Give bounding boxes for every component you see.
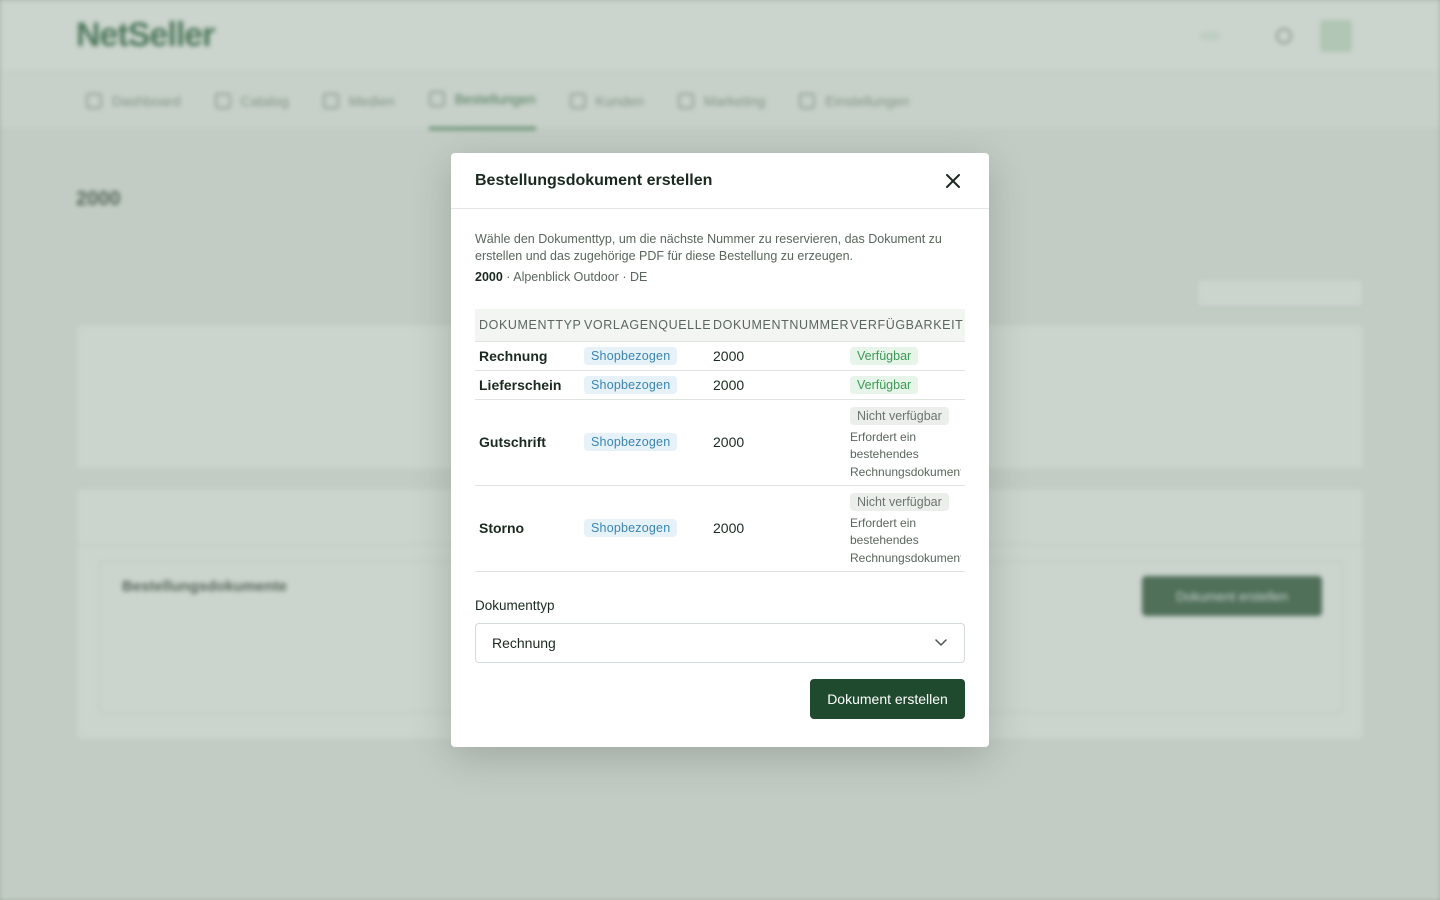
- document-number: 2000: [709, 485, 846, 572]
- table-row: Rechnung Shopbezogen 2000 Verfügbar: [475, 341, 965, 371]
- document-types-table: DOKUMENTTYP VORLAGENQUELLE DOKUMENTNUMME…: [475, 309, 965, 572]
- document-type-select[interactable]: Rechnung: [475, 622, 965, 663]
- document-number: 2000: [709, 399, 846, 486]
- close-button[interactable]: [941, 169, 965, 193]
- table-row: Storno Shopbezogen 2000 Nicht verfügbar …: [475, 485, 965, 572]
- column-header-type: DOKUMENTTYP: [475, 309, 581, 342]
- availability-cell: Verfügbar: [846, 370, 965, 400]
- availability-note-line: Rechnungsdokument: [850, 550, 961, 565]
- chevron-down-icon: [934, 636, 948, 650]
- availability-badge: Verfügbar: [850, 375, 919, 394]
- document-type: Gutschrift: [475, 399, 580, 486]
- source-badge: Shopbezogen: [584, 375, 678, 394]
- order-meta-details: · Alpenblick Outdoor · DE: [502, 270, 648, 284]
- availability-note-line: Erfordert ein: [850, 515, 917, 530]
- table-header-row: DOKUMENTTYP VORLAGENQUELLE DOKUMENTNUMME…: [475, 309, 965, 342]
- availability-note-line: Rechnungsdokument: [850, 464, 961, 479]
- availability-note: Erfordert ein bestehendes Rechnungsdokum…: [850, 429, 961, 482]
- document-number: 2000: [709, 370, 846, 400]
- source-badge: Shopbezogen: [584, 433, 678, 451]
- availability-note: Erfordert ein bestehendes Rechnungsdokum…: [850, 515, 961, 568]
- source-cell: Shopbezogen: [580, 399, 709, 486]
- close-icon: [946, 173, 960, 188]
- source-cell: Shopbezogen: [580, 485, 709, 572]
- availability-cell: Nicht verfügbar Erfordert ein bestehende…: [846, 485, 965, 572]
- availability-badge: Nicht verfügbar: [850, 406, 949, 425]
- availability-cell: Nicht verfügbar Erfordert ein bestehende…: [846, 399, 965, 486]
- table-row: Lieferschein Shopbezogen 2000 Verfügbar: [475, 370, 965, 400]
- document-type: Lieferschein: [475, 370, 580, 400]
- create-document-button[interactable]: Dokument erstellen: [810, 678, 965, 719]
- availability-badge: Verfügbar: [850, 346, 919, 365]
- column-header-number: DOKUMENTNUMMER: [709, 309, 849, 342]
- dialog-description: Wähle den Dokumenttyp, um die nächste Nu…: [475, 232, 942, 263]
- document-type-select-value: Rechnung: [492, 634, 556, 651]
- document-type: Storno: [475, 485, 580, 572]
- dialog-header: Bestellungsdokument erstellen: [451, 153, 989, 209]
- dialog-body: Wähle den Dokumenttyp, um die nächste Nu…: [451, 209, 989, 719]
- availability-note-line: bestehendes: [850, 447, 919, 462]
- dialog-title: Bestellungsdokument erstellen: [475, 171, 713, 189]
- document-type: Rechnung: [475, 341, 580, 371]
- source-badge: Shopbezogen: [584, 519, 678, 537]
- source-cell: Shopbezogen: [580, 370, 709, 400]
- availability-cell: Verfügbar: [846, 341, 965, 371]
- availability-badge: Nicht verfügbar: [850, 492, 949, 511]
- document-number: 2000: [709, 341, 846, 371]
- column-header-source: VORLAGENQUELLE: [580, 309, 711, 342]
- dialog-footer: Dokument erstellen: [475, 678, 965, 719]
- column-header-availability: VERFÜGBARKEIT: [846, 309, 965, 342]
- availability-note-line: bestehendes: [850, 533, 919, 548]
- source-badge: Shopbezogen: [584, 346, 678, 365]
- order-meta: 2000 · Alpenblick Outdoor · DE: [475, 270, 965, 284]
- table-row: Gutschrift Shopbezogen 2000 Nicht verfüg…: [475, 399, 965, 486]
- order-number: 2000: [475, 270, 503, 284]
- availability-note-line: Erfordert ein: [850, 429, 917, 444]
- create-document-dialog: Bestellungsdokument erstellen Wähle den …: [451, 153, 989, 747]
- document-type-label: Dokumenttyp: [475, 597, 555, 613]
- source-cell: Shopbezogen: [580, 341, 709, 371]
